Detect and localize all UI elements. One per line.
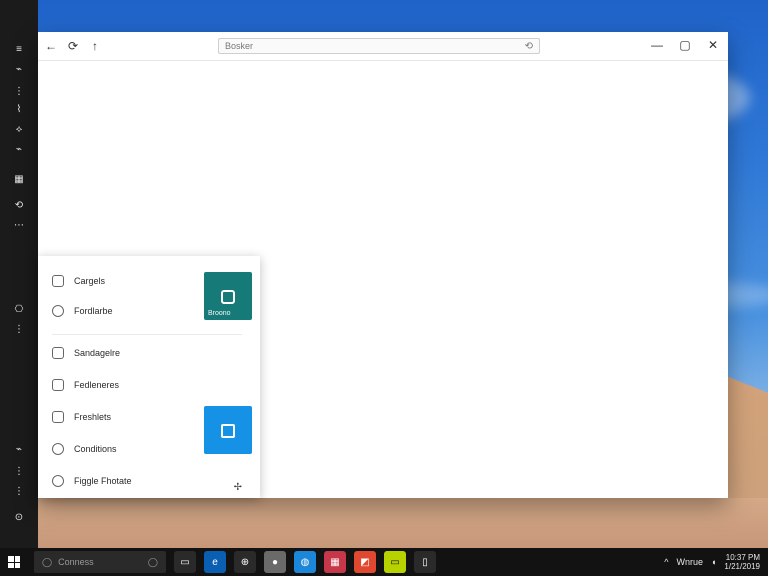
tool-icon[interactable]: ⌁ [10,440,28,458]
menu-icon[interactable]: ≡ [10,40,28,58]
panel-item-label: Freshlets [74,412,112,422]
item-icon [52,411,64,423]
panel-item[interactable]: Fedleneres [52,376,232,394]
tool-icon[interactable]: ⋮ [10,482,28,500]
clock-time: 10:37 PM [725,553,760,562]
taskbar: ◯ Conness ◯ ▭ e ⊕ ● ◍ ▦ ◩ ▭ ▯ ^ Wnrue ◖ … [0,548,768,576]
tool-icon[interactable]: ▦ [10,170,28,188]
clock-date: 1/21/2019 [724,562,760,571]
maximize-button[interactable]: ▢ [676,36,694,54]
panel-item-label: Fordlarbe [74,306,113,316]
tool-icon[interactable]: ⌇ [10,100,28,118]
window-titlebar: ← ⟳ ↑ Bosker ⟲ — ▢ ✕ [38,32,728,61]
separator [52,334,242,335]
search-right-icon: ◯ [147,556,158,567]
browser-icon[interactable]: ◍ [294,551,316,573]
address-go-icon[interactable]: ⟲ [525,41,533,52]
tool-icon[interactable]: ⊙ [10,508,28,526]
tool-icon[interactable]: ⌁ [10,60,28,78]
app-icon[interactable]: ▦ [324,551,346,573]
app-icon[interactable]: ◩ [354,551,376,573]
search-icon: ◯ [42,556,53,567]
back-icon[interactable]: ← [40,35,62,57]
tool-icon[interactable]: ⟡ [10,120,28,138]
tool-icon[interactable]: ⋮ [10,320,28,338]
store-icon[interactable]: ⊕ [234,551,256,573]
panel-item-label: Figgle Fhotate [74,476,132,486]
tool-icon[interactable]: ⎔ [10,300,28,318]
clock[interactable]: 10:37 PM 1/21/2019 [724,553,760,571]
left-rail: ≡ ⌁ ⋮ ⌇ ⟡ ⌁ ▦ ⟲ ⋯ ⎔ ⋮ ⌁ ⋮ ⋮ ⊙ [0,0,38,548]
forward-icon[interactable]: ↑ [84,35,106,57]
item-icon [52,305,64,317]
app-tile[interactable] [204,406,252,454]
start-button[interactable] [0,548,28,576]
search-text: Conness [58,557,94,567]
system-tray: ^ Wnrue ◖ 10:37 PM 1/21/2019 [664,553,768,571]
speaker-icon[interactable]: ◖ [711,557,716,567]
tool-icon[interactable]: ⋮ [10,82,28,100]
windows-logo-icon [8,556,20,568]
panel-item-label: Sandagelre [74,348,121,358]
app-icon[interactable]: ● [264,551,286,573]
edge-icon[interactable]: e [204,551,226,573]
panel-item[interactable]: Figgle Fhotate [52,472,232,490]
app-icon[interactable]: ▭ [384,551,406,573]
panel-item-label: Fedleneres [74,380,120,390]
panel-item[interactable]: Sandagelre [52,344,232,362]
pin-icon[interactable]: ✢ [234,482,242,493]
close-button[interactable]: ✕ [704,36,722,54]
item-icon [52,347,64,359]
popup-panel: Cargels Fordlarbe Sandagelre Fedleneres … [38,256,260,498]
item-icon [52,379,64,391]
window-controls: — ▢ ✕ [648,36,722,54]
tool-icon[interactable]: ⋮ [10,462,28,480]
task-view-icon[interactable]: ▭ [174,551,196,573]
item-icon [52,275,64,287]
item-icon [52,443,64,455]
tool-icon[interactable]: ⟲ [10,196,28,214]
app-icon[interactable]: ▯ [414,551,436,573]
refresh-icon[interactable]: ⟳ [62,35,84,57]
taskbar-search[interactable]: ◯ Conness ◯ [34,551,166,573]
sand-foreground [0,498,768,548]
item-icon [52,475,64,487]
app-tile[interactable]: Broono [204,272,252,320]
panel-item-label: Conditions [74,444,117,454]
tile-icon [221,290,235,304]
chevron-up-icon[interactable]: ^ [664,557,668,567]
panel-item-label: Cargels [74,276,106,286]
tile-icon [221,424,235,438]
address-bar[interactable]: Bosker ⟲ [218,38,540,54]
tool-icon[interactable]: ⌁ [10,140,28,158]
tool-icon[interactable]: ⋯ [10,216,28,234]
minimize-button[interactable]: — [648,36,666,54]
tile-label: Broono [208,310,231,317]
address-text: Bosker [225,41,254,51]
tray-text: Wnrue [676,557,703,567]
